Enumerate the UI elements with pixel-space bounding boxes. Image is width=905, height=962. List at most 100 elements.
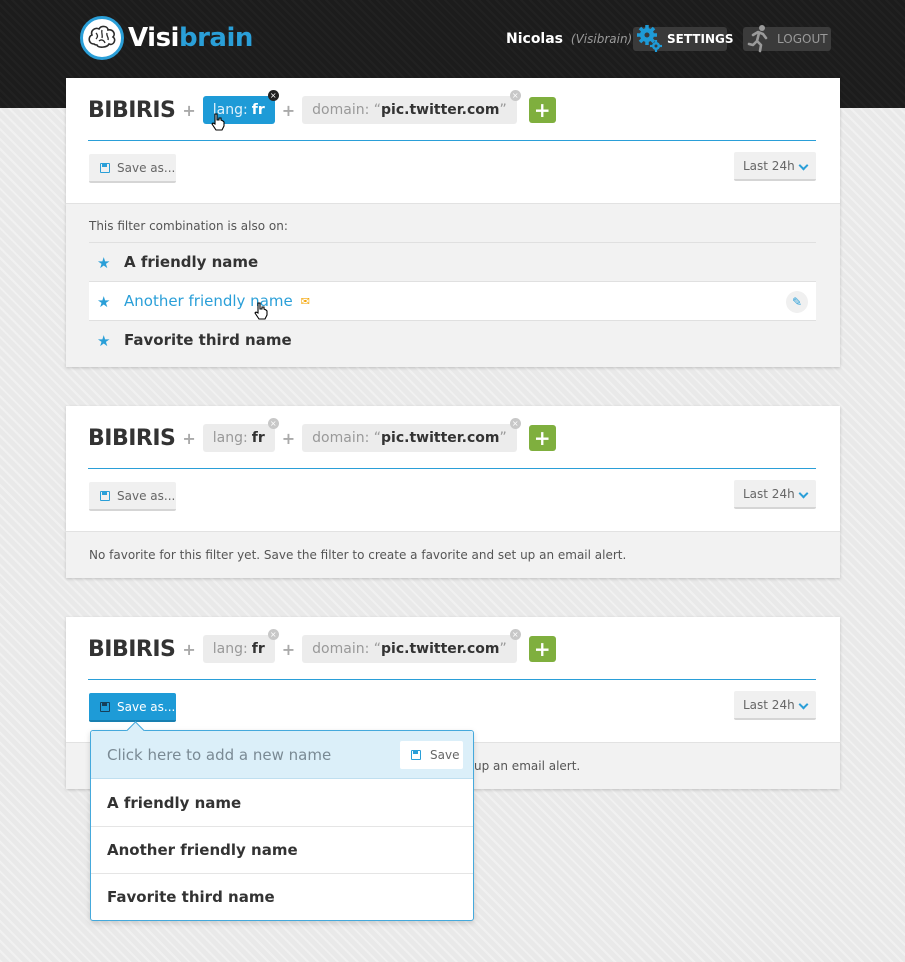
filter-chip-lang[interactable]: lang: fr × xyxy=(202,418,279,452)
brain-icon xyxy=(80,16,124,60)
no-favorite-message: up an email alert. xyxy=(474,759,581,773)
filter-value: pic.twitter.com xyxy=(381,102,500,118)
save-as-button[interactable]: Save as... xyxy=(89,482,176,511)
save-as-label: Save as... xyxy=(117,160,176,175)
query-row: BIBIRIS + lang: fr × + domain: “pic.twitt… xyxy=(88,90,556,126)
logout-label: LOGOUT xyxy=(777,32,828,46)
user-name: Nicolas xyxy=(506,31,564,47)
filter-card-header: BIBIRIS + lang: fr × + domain: “pic.twitt… xyxy=(66,78,840,203)
filter-key: domain: “ xyxy=(312,641,382,657)
favorite-item[interactable]: ★ A friendly name xyxy=(89,242,816,281)
filter-suffix: ” xyxy=(499,102,507,118)
star-icon: ★ xyxy=(97,332,111,350)
plus-icon: + xyxy=(281,428,296,448)
filter-key: domain: “ xyxy=(312,102,382,118)
plus-icon: + xyxy=(182,639,196,659)
filter-key: lang: xyxy=(212,430,248,446)
dropdown-item[interactable]: A friendly name xyxy=(91,779,473,826)
save-button[interactable]: Save xyxy=(400,741,463,769)
favorites-list: ★ A friendly name ★ Another friendly nam… xyxy=(89,242,816,359)
filter-card-header: BIBIRIS + lang: fr × + domain: “pic.twitt… xyxy=(66,617,840,742)
query-title: BIBIRIS xyxy=(88,425,176,451)
dropdown-item[interactable]: Another friendly name xyxy=(91,826,473,873)
favorites-note: This filter combination is also on: xyxy=(89,219,288,233)
remove-filter-icon[interactable]: × xyxy=(267,90,279,101)
logo-text-prefix: Visi xyxy=(128,23,179,53)
filter-value: pic.twitter.com xyxy=(381,641,500,657)
edit-pencil-icon[interactable]: ✎ xyxy=(786,291,808,313)
floppy-disk-icon xyxy=(411,750,421,760)
hand-cursor-icon xyxy=(211,113,225,131)
settings-label: SETTINGS xyxy=(667,32,734,46)
filter-value: fr xyxy=(251,641,265,657)
floppy-disk-icon xyxy=(100,702,110,712)
new-name-input[interactable]: Click here to add a new name xyxy=(107,746,331,764)
mail-icon: ✉ xyxy=(300,294,310,308)
floppy-disk-icon xyxy=(100,163,110,173)
user-info: Nicolas (Visibrain) xyxy=(506,31,632,47)
add-filter-button[interactable]: + xyxy=(528,636,556,662)
divider xyxy=(88,679,816,680)
add-filter-button[interactable]: + xyxy=(528,425,556,451)
logo[interactable]: Visibrain xyxy=(80,16,253,60)
time-range-label: Last 24h xyxy=(743,697,795,712)
save-as-button[interactable]: Save as... xyxy=(89,693,176,722)
dropdown-item[interactable]: Favorite third name xyxy=(91,873,473,920)
chevron-down-icon xyxy=(798,488,809,499)
floppy-disk-icon xyxy=(100,491,110,501)
gear-icon xyxy=(635,23,663,53)
filter-chip-lang[interactable]: lang: fr × xyxy=(202,629,279,663)
favorite-name: Favorite third name xyxy=(124,331,292,349)
plus-icon: + xyxy=(182,428,196,448)
time-range-label: Last 24h xyxy=(743,158,795,173)
filter-key: domain: “ xyxy=(312,430,382,446)
favorite-item-highlighted[interactable]: ★ Another friendly name ✉ ✎ xyxy=(89,281,816,320)
settings-button[interactable]: SETTINGS xyxy=(633,25,734,52)
filter-value: pic.twitter.com xyxy=(381,430,500,446)
filter-chip-domain[interactable]: domain: “pic.twitter.com” × xyxy=(302,418,521,452)
divider xyxy=(88,468,816,469)
chevron-down-icon xyxy=(798,699,809,710)
query-title: BIBIRIS xyxy=(88,636,176,662)
star-icon: ★ xyxy=(97,254,111,272)
running-man-icon xyxy=(745,23,773,53)
new-name-row: Click here to add a new name Save xyxy=(91,731,473,779)
plus-icon: + xyxy=(182,100,196,120)
remove-filter-icon[interactable]: × xyxy=(509,629,521,640)
filter-card: BIBIRIS + lang: fr × + domain: “pic.twitt… xyxy=(66,406,840,578)
filter-chip-domain[interactable]: domain: “pic.twitter.com” × xyxy=(302,90,521,124)
remove-filter-icon[interactable]: × xyxy=(509,418,521,429)
favorites-section: No favorite for this filter yet. Save th… xyxy=(66,531,840,578)
star-icon: ★ xyxy=(97,293,111,311)
time-range-select[interactable]: Last 24h xyxy=(734,480,816,509)
favorite-name: A friendly name xyxy=(124,253,259,271)
save-as-label: Save as... xyxy=(117,488,176,503)
remove-filter-icon[interactable]: × xyxy=(267,629,279,640)
plus-icon: + xyxy=(281,100,296,120)
time-range-label: Last 24h xyxy=(743,486,795,501)
logo-text: Visibrain xyxy=(128,23,253,53)
filter-chip-domain[interactable]: domain: “pic.twitter.com” × xyxy=(302,629,521,663)
save-label: Save xyxy=(430,748,460,762)
filter-card-header: BIBIRIS + lang: fr × + domain: “pic.twitt… xyxy=(66,406,840,531)
favorites-section: This filter combination is also on: ★ A … xyxy=(66,203,840,367)
favorite-item[interactable]: ★ Favorite third name xyxy=(89,320,816,359)
filter-value: fr xyxy=(251,430,265,446)
logo-text-suffix: brain xyxy=(178,23,253,53)
save-as-dropdown: Click here to add a new name Save A frie… xyxy=(90,730,474,921)
filter-suffix: ” xyxy=(499,641,507,657)
query-row: BIBIRIS + lang: fr × + domain: “pic.twitt… xyxy=(88,629,556,665)
save-as-label: Save as... xyxy=(117,699,176,714)
time-range-select[interactable]: Last 24h xyxy=(734,691,816,720)
filter-suffix: ” xyxy=(499,430,507,446)
remove-filter-icon[interactable]: × xyxy=(267,418,279,429)
save-as-button[interactable]: Save as... xyxy=(89,154,176,183)
divider xyxy=(88,140,816,141)
logout-button[interactable]: LOGOUT xyxy=(743,25,831,53)
time-range-select[interactable]: Last 24h xyxy=(734,152,816,181)
remove-filter-icon[interactable]: × xyxy=(509,90,521,101)
plus-icon: + xyxy=(281,639,296,659)
add-filter-button[interactable]: + xyxy=(528,97,556,123)
hand-cursor-icon xyxy=(254,302,268,320)
filter-key: lang: xyxy=(212,641,248,657)
